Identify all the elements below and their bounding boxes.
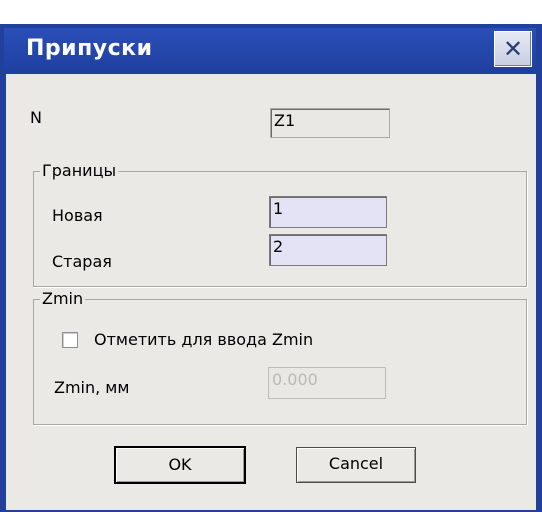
zmin-group: Zmin bbox=[33, 289, 527, 425]
dialog-window: Припуски ✕ N Z1 Границы Новая 1 Старая 2… bbox=[0, 0, 542, 512]
ok-button[interactable]: OK bbox=[114, 446, 246, 484]
cancel-button[interactable]: Cancel bbox=[296, 447, 416, 483]
n-label: N bbox=[30, 108, 42, 127]
zmin-checkbox-label[interactable]: Отметить для ввода Zmin bbox=[94, 330, 313, 349]
old-bound-field[interactable]: 2 bbox=[269, 234, 387, 266]
bounds-group-title: Границы bbox=[40, 161, 119, 180]
new-bound-field[interactable]: 1 bbox=[269, 196, 387, 228]
new-bound-label: Новая bbox=[52, 206, 103, 225]
old-bound-label: Старая bbox=[52, 252, 112, 271]
close-button[interactable]: ✕ bbox=[494, 31, 532, 67]
title-bar[interactable]: Припуски ✕ bbox=[4, 28, 536, 74]
zmin-group-title: Zmin bbox=[40, 289, 86, 308]
close-icon: ✕ bbox=[502, 35, 524, 63]
zmin-label: Zmin, мм bbox=[54, 378, 130, 397]
zmin-checkbox[interactable] bbox=[62, 332, 78, 348]
zmin-field: 0.000 bbox=[268, 367, 386, 399]
window-title: Припуски bbox=[26, 36, 153, 61]
dialog-body: N Z1 Границы Новая 1 Старая 2 Zmin Отмет… bbox=[6, 74, 536, 510]
n-field: Z1 bbox=[270, 108, 390, 138]
